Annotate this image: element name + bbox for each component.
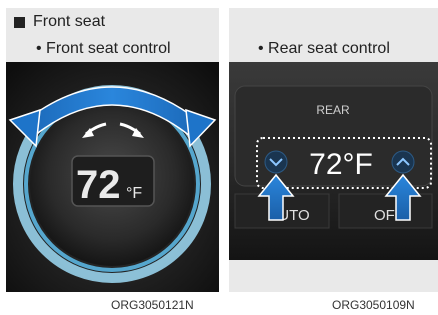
- square-bullet-icon: [14, 16, 25, 28]
- rear-image-caption: ORG3050109N: [332, 298, 415, 312]
- section-heading: Front seat: [14, 13, 105, 31]
- rear-header-label: REAR: [316, 103, 350, 117]
- front-seat-subtitle: • Front seat control: [36, 40, 171, 57]
- rear-seat-control-image: REAR 72°F AUTO OFF: [229, 62, 438, 260]
- front-temperature-value: 72: [76, 163, 121, 207]
- front-image-caption: ORG3050121N: [111, 298, 194, 312]
- section-heading-label: Front seat: [33, 13, 106, 30]
- front-seat-dial-image: 72 °F: [6, 62, 219, 292]
- temp-up-button[interactable]: [391, 150, 415, 174]
- front-temperature-unit: °F: [126, 185, 142, 202]
- temp-down-button[interactable]: [264, 150, 288, 174]
- rear-temperature-value: 72°F: [309, 148, 373, 181]
- rear-seat-subtitle: • Rear seat control: [258, 40, 390, 57]
